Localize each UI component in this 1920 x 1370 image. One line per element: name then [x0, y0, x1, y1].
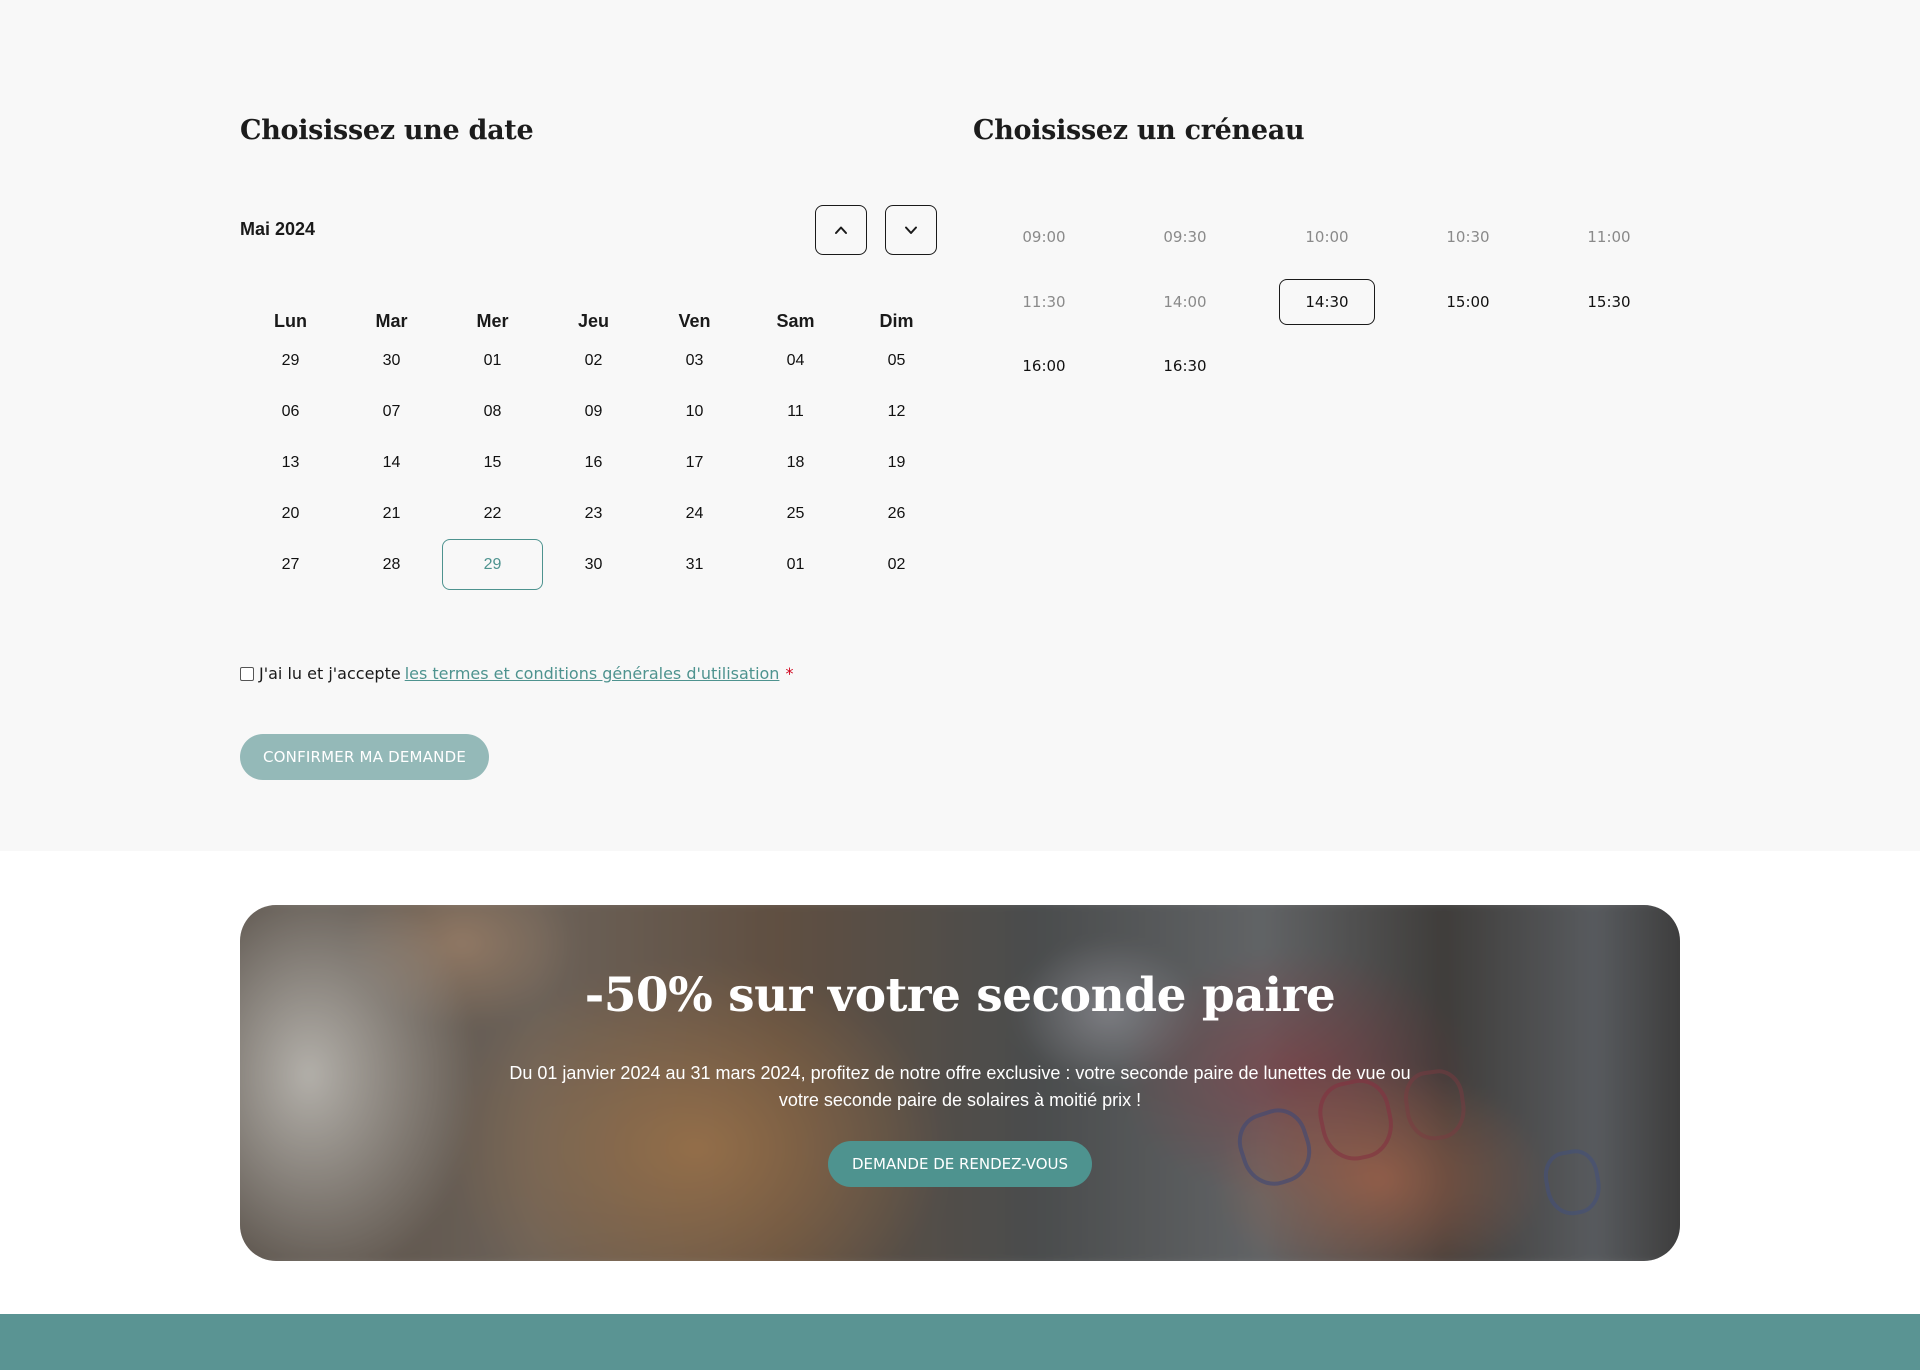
calendar-day[interactable]: 19	[846, 437, 947, 488]
calendar-day[interactable]: 22	[442, 488, 543, 539]
calendar-day[interactable]: 30	[543, 539, 644, 590]
calendar-day[interactable]: 28	[341, 539, 442, 590]
time-slot[interactable]: 15:30	[1561, 279, 1657, 325]
calendar-day[interactable]: 12	[846, 386, 947, 437]
calendar-day[interactable]: 01	[442, 335, 543, 386]
calendar-day[interactable]: 04	[745, 335, 846, 386]
time-slot[interactable]: 11:00	[1561, 214, 1657, 260]
promo-banner: -50% sur votre seconde paire Du 01 janvi…	[240, 905, 1680, 1261]
weekday-label: Lun	[274, 311, 307, 331]
calendar-day[interactable]: 18	[745, 437, 846, 488]
time-slot[interactable]: 16:30	[1137, 343, 1233, 389]
weekday-label: Jeu	[577, 311, 610, 331]
calendar-day[interactable]: 06	[240, 386, 341, 437]
calendar-day[interactable]: 21	[341, 488, 442, 539]
calendar-day[interactable]: 03	[644, 335, 745, 386]
appointment-request-button[interactable]: DEMANDE DE RENDEZ-VOUS	[828, 1141, 1092, 1187]
time-slot[interactable]: 14:00	[1137, 279, 1233, 325]
calendar-day[interactable]: 17	[644, 437, 745, 488]
calendar-day[interactable]: 11	[745, 386, 846, 437]
booking-section: Choisissez une date Choisissez un crénea…	[0, 0, 1920, 851]
date-section-title: Choisissez une date	[240, 115, 534, 146]
weekday-label: Dim	[879, 311, 914, 331]
previous-month-button[interactable]	[815, 205, 867, 255]
calendar-day[interactable]: 02	[543, 335, 644, 386]
time-slot[interactable]: 10:00	[1279, 214, 1375, 260]
calendar-day-selected[interactable]: 29	[442, 539, 543, 590]
weekday-label: Ven	[678, 311, 711, 331]
calendar-day[interactable]: 16	[543, 437, 644, 488]
time-slot[interactable]: 09:30	[1137, 214, 1233, 260]
calendar-day[interactable]: 15	[442, 437, 543, 488]
terms-link[interactable]: les termes et conditions générales d'uti…	[405, 664, 780, 683]
calendar-day[interactable]: 23	[543, 488, 644, 539]
terms-label: J'ai lu et j'accepte	[259, 664, 401, 683]
weekday-label: Mer	[476, 311, 509, 331]
footer	[0, 1314, 1920, 1370]
calendar-day[interactable]: 30	[341, 335, 442, 386]
weekday-label: Sam	[776, 311, 815, 331]
calendar-day[interactable]: 20	[240, 488, 341, 539]
required-marker: *	[785, 664, 794, 683]
calendar-day[interactable]: 10	[644, 386, 745, 437]
time-slot[interactable]: 16:00	[996, 343, 1092, 389]
calendar-day[interactable]: 09	[543, 386, 644, 437]
time-slot[interactable]: 09:00	[996, 214, 1092, 260]
calendar-day[interactable]: 31	[644, 539, 745, 590]
calendar-day[interactable]: 24	[644, 488, 745, 539]
calendar-day[interactable]: 02	[846, 539, 947, 590]
weekday-label: Mar	[375, 311, 408, 331]
terms-agreement[interactable]: J'ai lu et j'accepte les termes et condi…	[240, 664, 793, 683]
chevron-down-icon	[905, 226, 917, 234]
calendar-day[interactable]: 14	[341, 437, 442, 488]
terms-checkbox[interactable]	[240, 666, 254, 681]
calendar-day[interactable]: 08	[442, 386, 543, 437]
calendar-day[interactable]: 27	[240, 539, 341, 590]
time-slot-selected[interactable]: 14:30	[1279, 279, 1375, 325]
time-slot[interactable]: 10:30	[1420, 214, 1516, 260]
promo-title: -50% sur votre seconde paire	[584, 968, 1336, 1023]
time-slot[interactable]: 15:00	[1420, 279, 1516, 325]
next-month-button[interactable]	[885, 205, 937, 255]
slot-section-title: Choisissez un créneau	[973, 115, 1305, 146]
chevron-up-icon	[835, 226, 847, 234]
calendar-day[interactable]: 29	[240, 335, 341, 386]
calendar-day[interactable]: 25	[745, 488, 846, 539]
calendar-day[interactable]: 07	[341, 386, 442, 437]
calendar-day[interactable]: 26	[846, 488, 947, 539]
calendar-month-label: Mai 2024	[240, 219, 316, 239]
calendar-day[interactable]: 13	[240, 437, 341, 488]
promo-description: Du 01 janvier 2024 au 31 mars 2024, prof…	[509, 1063, 1411, 1110]
confirm-request-button[interactable]: CONFIRMER MA DEMANDE	[240, 734, 489, 780]
time-slot[interactable]: 11:30	[996, 279, 1092, 325]
calendar-day[interactable]: 01	[745, 539, 846, 590]
calendar-day[interactable]: 05	[846, 335, 947, 386]
